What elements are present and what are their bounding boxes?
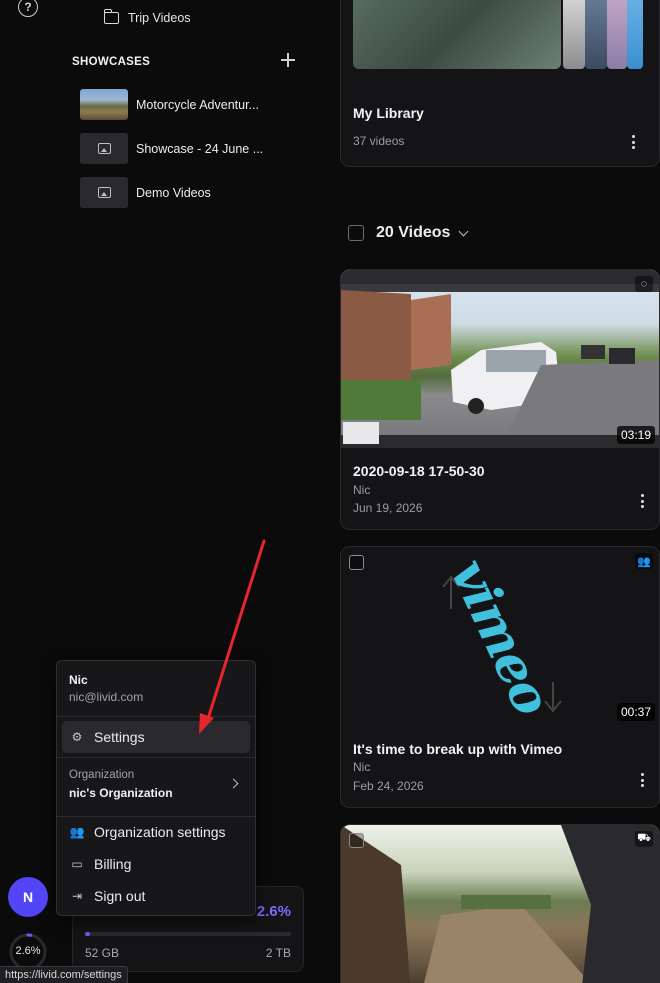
video-duration: 00:37 bbox=[616, 703, 655, 721]
organization-settings-menu-item[interactable]: 👥 Organization settings bbox=[62, 816, 250, 848]
account-menu: Nic nic@livid.com ⚙ Settings Organizatio… bbox=[56, 660, 256, 916]
status-bar-url: https://livid.com/settings bbox=[0, 966, 128, 983]
hidden-eye-icon: ◌ bbox=[635, 276, 653, 292]
videos-header: 20 Videos bbox=[348, 224, 469, 242]
billing-menu-item[interactable]: ▭ Billing bbox=[62, 848, 250, 880]
showcase-label: Motorcycle Adventur... bbox=[136, 97, 259, 112]
video-thumbnail[interactable]: ◌ 03:19 bbox=[341, 270, 659, 448]
chevron-down-icon[interactable] bbox=[458, 226, 469, 236]
chevron-right-icon bbox=[228, 778, 239, 789]
help-icon[interactable]: ? bbox=[18, 0, 38, 17]
gear-icon: ⚙ bbox=[71, 730, 83, 744]
storage-bar bbox=[85, 932, 291, 936]
video-card[interactable]: ◌ 03:19 2020-09-18 17-50-30 Nic Jun 19, … bbox=[340, 269, 660, 530]
sign-out-menu-item[interactable]: ⇥ Sign out bbox=[62, 880, 250, 912]
video-date: Jun 19, 2026 bbox=[353, 501, 423, 515]
more-options-icon[interactable] bbox=[640, 494, 644, 508]
storage-used: 52 GB bbox=[85, 946, 120, 960]
users-icon: 👥 bbox=[635, 553, 653, 569]
video-thumbnail[interactable]: ⛟ bbox=[341, 825, 659, 983]
folder-icon bbox=[103, 9, 119, 24]
showcase-item[interactable]: Motorcycle Adventur... bbox=[80, 89, 310, 120]
select-checkbox[interactable] bbox=[349, 833, 364, 848]
video-card[interactable]: vimeo 👥 00:37 It's time to break up with… bbox=[340, 546, 660, 808]
sign-out-icon: ⇥ bbox=[71, 889, 83, 903]
account-name: Nic bbox=[69, 673, 88, 687]
video-title[interactable]: It's time to break up with Vimeo bbox=[353, 741, 562, 757]
storage-total: 2 TB bbox=[265, 946, 291, 960]
storage-ring-label: 2.6% bbox=[15, 945, 41, 957]
video-author: Nic bbox=[353, 483, 371, 497]
image-placeholder-icon bbox=[80, 177, 128, 208]
library-card[interactable]: My Library 37 videos bbox=[340, 0, 660, 167]
video-thumbnail[interactable]: vimeo 👥 00:37 bbox=[341, 547, 659, 725]
sidebar-item-label: Trip Videos bbox=[128, 11, 191, 25]
account-email: nic@livid.com bbox=[69, 690, 144, 704]
add-showcase-icon[interactable] bbox=[281, 53, 295, 67]
video-duration: 03:19 bbox=[616, 426, 655, 444]
showcase-label: Showcase - 24 June ... bbox=[136, 141, 264, 156]
video-author: Nic bbox=[353, 760, 371, 774]
showcase-label: Demo Videos bbox=[136, 185, 211, 200]
video-date: Feb 24, 2026 bbox=[353, 779, 424, 793]
showcases-heading: SHOWCASES bbox=[72, 56, 151, 68]
vehicle-icon: ⛟ bbox=[635, 831, 653, 847]
settings-menu-item[interactable]: ⚙ Settings bbox=[62, 721, 250, 753]
videos-count-label: 20 Videos bbox=[376, 224, 451, 241]
storage-percent: 2.6% bbox=[256, 903, 291, 920]
library-thumbnails bbox=[353, 0, 653, 69]
showcase-thumbnail bbox=[80, 89, 128, 120]
credit-card-icon: ▭ bbox=[71, 857, 83, 871]
showcase-item[interactable]: Demo Videos bbox=[80, 177, 310, 208]
more-options-icon[interactable] bbox=[631, 135, 635, 149]
more-options-icon[interactable] bbox=[640, 773, 644, 787]
sidebar-item-trip-videos[interactable]: Trip Videos bbox=[103, 9, 191, 25]
select-all-checkbox[interactable] bbox=[348, 225, 364, 241]
users-icon: 👥 bbox=[69, 825, 85, 839]
showcase-item[interactable]: Showcase - 24 June ... bbox=[80, 133, 310, 164]
storage-bar-fill bbox=[85, 932, 91, 936]
library-count: 37 videos bbox=[353, 134, 405, 148]
library-title: My Library bbox=[353, 105, 424, 121]
avatar[interactable]: N bbox=[8, 877, 48, 917]
video-title[interactable]: 2020-09-18 17-50-30 bbox=[353, 463, 485, 479]
video-card[interactable]: ⛟ bbox=[340, 824, 660, 983]
image-placeholder-icon bbox=[80, 133, 128, 164]
